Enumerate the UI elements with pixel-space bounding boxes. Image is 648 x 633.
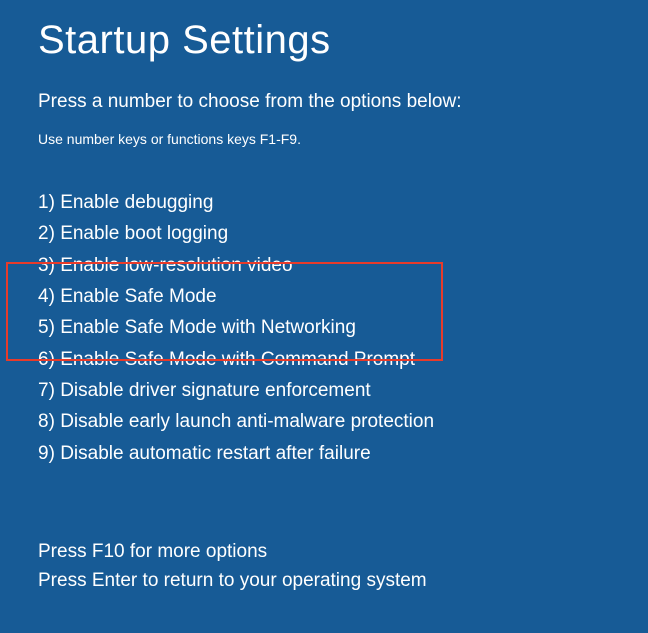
option-number: 1 xyxy=(38,192,49,213)
option-1[interactable]: 1) Enable debugging xyxy=(38,187,610,218)
option-number: 9 xyxy=(38,443,49,464)
option-label: Enable low-resolution video xyxy=(60,255,292,276)
option-9[interactable]: 9) Disable automatic restart after failu… xyxy=(38,438,610,469)
option-number: 8 xyxy=(38,411,49,432)
page-title: Startup Settings xyxy=(38,18,610,63)
option-3[interactable]: 3) Enable low-resolution video xyxy=(38,250,610,281)
footer-instructions: Press F10 for more options Press Enter t… xyxy=(38,538,427,595)
option-label: Enable debugging xyxy=(60,192,213,213)
more-options-hint: Press F10 for more options xyxy=(38,538,427,567)
option-label: Enable Safe Mode xyxy=(60,286,216,307)
option-label: Disable automatic restart after failure xyxy=(60,443,370,464)
key-hint: Use number keys or functions keys F1-F9. xyxy=(38,131,610,147)
option-label: Disable early launch anti-malware protec… xyxy=(60,411,434,432)
option-number: 3 xyxy=(38,255,49,276)
option-4[interactable]: 4) Enable Safe Mode xyxy=(38,281,610,312)
option-label: Enable boot logging xyxy=(60,223,228,244)
startup-options-list: 1) Enable debugging 2) Enable boot loggi… xyxy=(38,187,610,469)
option-label: Disable driver signature enforcement xyxy=(60,380,371,401)
return-hint: Press Enter to return to your operating … xyxy=(38,567,427,596)
option-label: Enable Safe Mode with Networking xyxy=(60,317,356,338)
option-2[interactable]: 2) Enable boot logging xyxy=(38,218,610,249)
option-number: 2 xyxy=(38,223,49,244)
option-label: Enable Safe Mode with Command Prompt xyxy=(60,349,415,370)
option-5[interactable]: 5) Enable Safe Mode with Networking xyxy=(38,312,610,343)
option-6[interactable]: 6) Enable Safe Mode with Command Prompt xyxy=(38,344,610,375)
option-7[interactable]: 7) Disable driver signature enforcement xyxy=(38,375,610,406)
option-8[interactable]: 8) Disable early launch anti-malware pro… xyxy=(38,406,610,437)
choose-instruction: Press a number to choose from the option… xyxy=(38,91,610,113)
option-number: 4 xyxy=(38,286,49,307)
option-number: 6 xyxy=(38,349,49,370)
option-number: 7 xyxy=(38,380,49,401)
option-number: 5 xyxy=(38,317,49,338)
